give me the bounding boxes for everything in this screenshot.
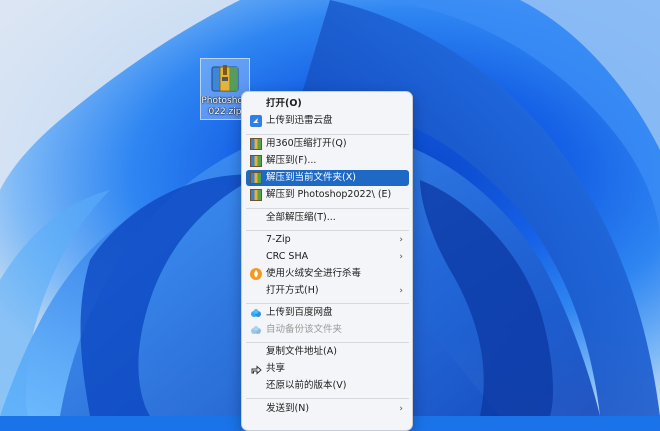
- menu-open-with-360zip[interactable]: 用360压缩打开(Q): [246, 136, 409, 152]
- xunlei-bird-icon: [250, 115, 262, 127]
- menu-auto-backup: 自动备份该文件夹: [246, 322, 409, 338]
- huorong-shield-icon: [250, 268, 262, 280]
- menu-separator: [246, 208, 409, 209]
- baidu-cloud-icon: [251, 309, 261, 317]
- zip-archive-icon: [250, 172, 262, 184]
- zip-archive-icon: [250, 189, 262, 201]
- chevron-right-icon: ›: [399, 286, 403, 296]
- menu-extract-to-folder[interactable]: 解压到 Photoshop2022\ (E): [246, 187, 409, 203]
- baidu-cloud-icon: [251, 326, 261, 334]
- menu-share[interactable]: 共享: [246, 361, 409, 377]
- menu-separator: [246, 303, 409, 304]
- menu-open-with[interactable]: 打开方式(H) ›: [246, 283, 409, 299]
- menu-separator: [246, 230, 409, 231]
- chevron-right-icon: ›: [399, 235, 403, 245]
- menu-restore-versions[interactable]: 还原以前的版本(V): [246, 378, 409, 394]
- menu-upload-baidu[interactable]: 上传到百度网盘: [246, 305, 409, 321]
- menu-separator: [246, 398, 409, 399]
- menu-copy-path[interactable]: 复制文件地址(A): [246, 344, 409, 360]
- chevron-right-icon: ›: [399, 404, 403, 414]
- zip-archive-icon: [250, 138, 262, 150]
- menu-open[interactable]: 打开(O): [246, 96, 409, 112]
- menu-send-to[interactable]: 发送到(N) ›: [246, 401, 409, 417]
- menu-separator: [246, 342, 409, 343]
- context-menu: 打开(O) 上传到迅雷云盘 用360压缩打开(Q) 解压到(F)... 解压到当…: [241, 91, 413, 431]
- menu-crc-sha[interactable]: CRC SHA ›: [246, 249, 409, 265]
- winrar-archive-icon: [211, 65, 239, 92]
- menu-upload-xunlei[interactable]: 上传到迅雷云盘: [246, 113, 409, 129]
- menu-extract-all[interactable]: 全部解压缩(T)...: [246, 210, 409, 226]
- menu-7zip[interactable]: 7-Zip ›: [246, 232, 409, 248]
- menu-huorong-scan[interactable]: 使用火绒安全进行杀毒: [246, 266, 409, 282]
- share-icon: [251, 365, 262, 375]
- chevron-right-icon: ›: [399, 252, 403, 262]
- menu-extract-here[interactable]: 解压到当前文件夹(X): [246, 170, 409, 186]
- menu-extract-to[interactable]: 解压到(F)...: [246, 153, 409, 169]
- menu-separator: [246, 134, 409, 135]
- zip-archive-icon: [250, 155, 262, 167]
